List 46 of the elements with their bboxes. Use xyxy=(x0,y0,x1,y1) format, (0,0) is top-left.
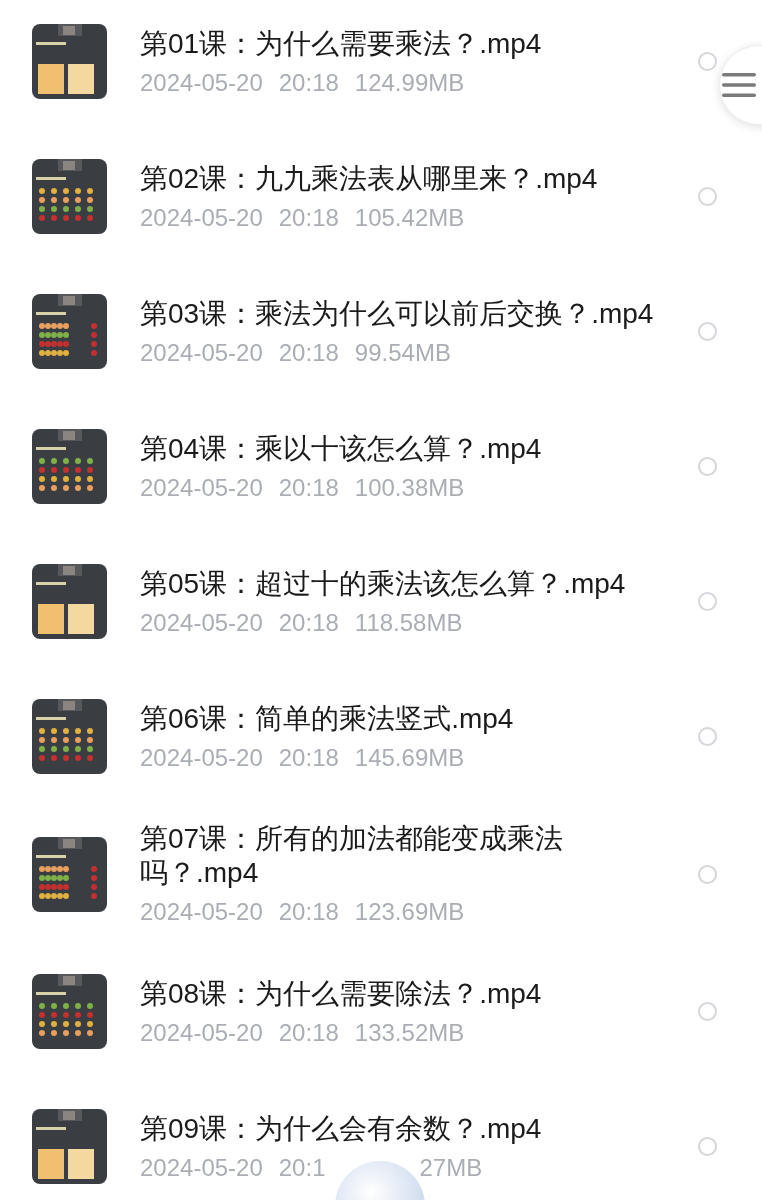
file-name: 第04课：乘以十该怎么算？.mp4 xyxy=(140,431,543,466)
file-date: 2024-05-20 xyxy=(140,473,263,502)
file-time: 20:18 xyxy=(278,68,339,97)
file-name: 第08课：为什么需要除法？.mp4 xyxy=(140,976,543,1011)
file-name: 第03课：乘法为什么可以前后交换？.mp4 xyxy=(140,296,655,331)
file-date: 2024-05-20 xyxy=(140,203,263,232)
select-radio[interactable] xyxy=(698,727,717,746)
select-radio[interactable] xyxy=(698,52,717,71)
file-name: 第06课：简单的乘法竖式.mp4 xyxy=(140,701,515,736)
file-time: 20:1 xyxy=(278,1153,326,1182)
select-radio[interactable] xyxy=(698,1002,717,1021)
file-date: 2024-05-20 xyxy=(140,743,263,772)
file-size: 27MB xyxy=(419,1153,483,1182)
file-size: 124.99MB xyxy=(354,68,465,97)
file-time: 20:18 xyxy=(278,608,339,637)
file-time: 20:18 xyxy=(278,203,339,232)
file-date: 2024-05-20 xyxy=(140,898,263,926)
file-name: 第05课：超过十的乘法该怎么算？.mp4 xyxy=(140,566,627,601)
file-name: 第07课：所有的加法都能变成乘法吗？.mp4 xyxy=(140,822,565,890)
file-size: 99.54MB xyxy=(354,338,451,367)
file-time: 20:18 xyxy=(278,338,339,367)
file-size: 105.42MB xyxy=(354,203,465,232)
select-radio[interactable] xyxy=(698,322,717,341)
file-date: 2024-05-20 xyxy=(140,68,263,97)
file-date: 2024-05-20 xyxy=(140,1153,263,1182)
file-name: 第09课：为什么会有余数？.mp4 xyxy=(140,1111,543,1146)
file-name: 第01课：为什么需要乘法？.mp4 xyxy=(140,26,543,61)
select-radio[interactable] xyxy=(698,864,717,884)
file-size: 133.52MB xyxy=(354,1018,465,1047)
file-size: 118.58MB xyxy=(354,608,463,637)
select-radio[interactable] xyxy=(698,457,717,476)
menu-icon xyxy=(722,72,756,98)
select-radio[interactable] xyxy=(698,1137,717,1156)
file-time: 20:18 xyxy=(278,1018,339,1047)
file-date: 2024-05-20 xyxy=(140,608,263,637)
file-size: 100.38MB xyxy=(354,473,465,502)
file-name: 第02课：九九乘法表从哪里来？.mp4 xyxy=(140,161,599,196)
file-time: 20:18 xyxy=(278,473,339,502)
file-size: 145.69MB xyxy=(354,743,465,772)
file-date: 2024-05-20 xyxy=(140,338,263,367)
file-time: 20:18 xyxy=(278,898,339,926)
file-time: 20:18 xyxy=(278,743,339,772)
select-radio[interactable] xyxy=(698,592,717,611)
select-radio[interactable] xyxy=(698,187,717,206)
file-size: 123.69MB xyxy=(354,898,465,926)
file-date: 2024-05-20 xyxy=(140,1018,263,1047)
